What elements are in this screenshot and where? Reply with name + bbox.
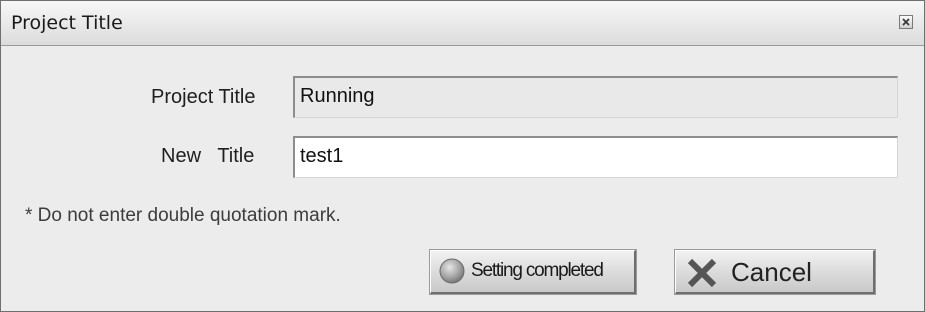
new-title-label: New Title	[161, 145, 255, 167]
title-bar[interactable]: Project Title	[1, 1, 924, 46]
setting-completed-label: Setting completed	[471, 260, 604, 281]
cancel-button[interactable]: Cancel	[674, 249, 876, 295]
status-circle-icon	[439, 258, 465, 284]
window-title: Project Title	[11, 12, 123, 34]
project-title-dialog: Project Title Project Title Running New …	[0, 0, 925, 312]
new-title-field[interactable]: test1	[293, 136, 898, 178]
quotation-warning-note: * Do not enter double quotation mark.	[25, 205, 341, 226]
close-button[interactable]	[899, 15, 913, 29]
project-title-field: Running	[293, 76, 898, 118]
close-icon	[902, 18, 910, 26]
project-title-value: Running	[300, 85, 375, 107]
project-title-label: Project Title	[151, 86, 256, 108]
x-icon	[687, 258, 717, 288]
cancel-label: Cancel	[731, 257, 812, 287]
new-title-value[interactable]: test1	[300, 145, 343, 167]
setting-completed-button[interactable]: Setting completed	[429, 249, 637, 295]
